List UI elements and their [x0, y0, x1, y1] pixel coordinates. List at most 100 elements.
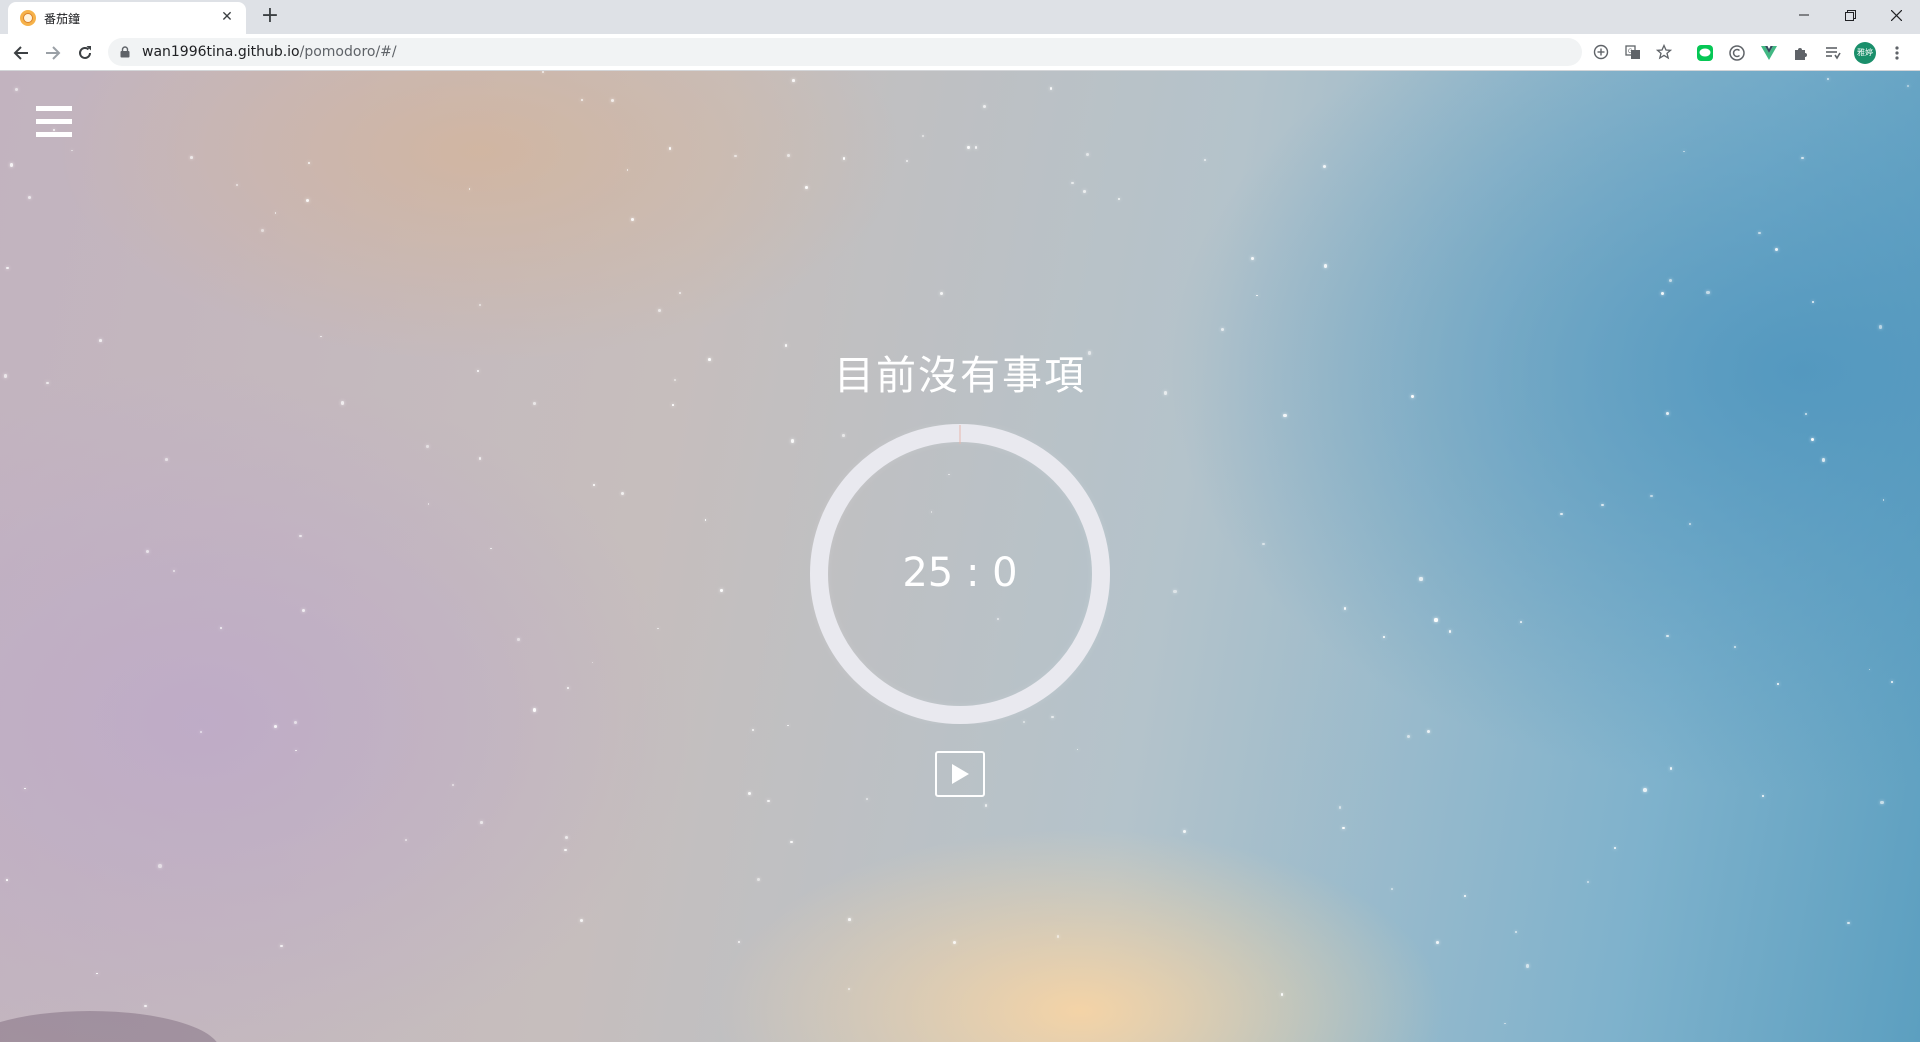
star-decoration [27, 195, 31, 199]
vue-icon [1761, 46, 1777, 60]
star-decoration [532, 708, 537, 712]
tab-strip: 番茄鐘 ✕ + [0, 0, 1920, 34]
star-decoration [1283, 414, 1287, 418]
browser-chrome: 番茄鐘 ✕ + wan1996tina.github.io/pomodoro/#… [0, 0, 1920, 71]
star-decoration [478, 456, 482, 460]
star-decoration [1758, 232, 1761, 235]
star-decoration [542, 71, 545, 74]
more-menu-button[interactable] [1886, 42, 1908, 64]
star-decoration [1775, 248, 1779, 252]
translate-button[interactable]: G [1624, 43, 1642, 61]
star-decoration [952, 941, 956, 945]
bookmark-button[interactable] [1655, 43, 1673, 61]
star-decoration [1083, 189, 1086, 193]
minimize-window-button[interactable] [1781, 0, 1827, 30]
star-decoration [1907, 84, 1910, 87]
star-decoration [767, 799, 771, 803]
star-decoration [1503, 1022, 1506, 1025]
star-decoration [626, 168, 629, 171]
star-decoration [1406, 734, 1410, 738]
star-decoration [1435, 941, 1439, 944]
url-path: /pomodoro/#/ [299, 44, 397, 60]
tab-close-icon[interactable]: ✕ [218, 8, 236, 26]
back-button[interactable] [9, 41, 33, 65]
circle-c-icon [1729, 45, 1745, 61]
star-decoration [1434, 618, 1438, 622]
star-decoration [5, 266, 9, 270]
url-text[interactable]: wan1996tina.github.io/pomodoro/#/ [142, 44, 397, 60]
play-button[interactable] [935, 751, 985, 797]
browser-tab-active[interactable]: 番茄鐘 ✕ [8, 2, 246, 34]
install-app-button[interactable] [1592, 43, 1610, 61]
star-decoration [1665, 411, 1669, 415]
reload-button[interactable] [73, 41, 97, 65]
address-bar[interactable]: wan1996tina.github.io/pomodoro/#/ G [108, 38, 1672, 66]
star-decoration [305, 199, 310, 203]
star-decoration [1464, 895, 1467, 898]
timer-display: 25 : 0 [902, 550, 1018, 596]
restore-window-button[interactable] [1827, 0, 1873, 30]
star-decoration [611, 98, 615, 102]
star-decoration [1419, 577, 1423, 581]
star-decoration [1847, 921, 1850, 924]
star-decoration [671, 403, 674, 406]
star-decoration [757, 878, 760, 882]
star-decoration [340, 401, 345, 405]
current-task-title: 目前沒有事項 [834, 353, 1086, 399]
star-decoration [5, 878, 8, 881]
line-extension-button[interactable] [1694, 42, 1716, 64]
star-decoration [1255, 294, 1258, 297]
star-decoration [517, 638, 520, 641]
star-decoration [1448, 630, 1452, 634]
star-decoration [1182, 829, 1187, 834]
star-decoration [1262, 542, 1266, 546]
star-decoration [1650, 494, 1653, 498]
extensions-button[interactable] [1790, 42, 1812, 64]
more-vert-icon [1895, 46, 1899, 60]
star-decoration [620, 491, 625, 496]
extension-c-button[interactable] [1726, 42, 1748, 64]
star-decoration [1670, 767, 1673, 770]
translate-icon: G [1625, 45, 1640, 59]
forward-button[interactable] [41, 41, 65, 65]
star-decoration [532, 402, 536, 405]
browser-toolbar: wan1996tina.github.io/pomodoro/#/ G 雅婷 [0, 34, 1920, 71]
star-decoration [427, 503, 430, 506]
star-decoration [679, 292, 681, 294]
menu-button[interactable] [36, 106, 72, 138]
play-icon [952, 764, 969, 784]
vue-devtools-button[interactable] [1758, 42, 1780, 64]
star-decoration [490, 547, 493, 550]
star-decoration [1614, 846, 1616, 849]
star-decoration [1056, 935, 1060, 938]
profile-avatar-button[interactable]: 雅婷 [1854, 42, 1876, 64]
star-decoration [1733, 646, 1736, 649]
star-decoration [294, 749, 297, 752]
star-decoration [1706, 290, 1711, 295]
star-decoration [580, 99, 583, 102]
star-decoration [1812, 301, 1815, 304]
close-window-button[interactable] [1873, 0, 1919, 30]
star-decoration [1669, 279, 1673, 282]
star-decoration [842, 156, 846, 160]
star-decoration [14, 88, 18, 92]
star-decoration [866, 797, 868, 800]
url-host: wan1996tina.github.io [142, 44, 300, 60]
star-decoration [733, 154, 737, 158]
star-decoration [1666, 634, 1669, 638]
star-decoration [301, 608, 305, 612]
star-decoration [787, 724, 790, 727]
avatar: 雅婷 [1854, 42, 1876, 64]
close-icon [1890, 9, 1902, 21]
star-decoration [480, 821, 483, 824]
star-decoration [564, 848, 567, 852]
line-icon [1697, 45, 1713, 61]
star-decoration [1220, 328, 1224, 332]
reload-icon [79, 46, 91, 59]
reading-list-button[interactable] [1822, 42, 1844, 64]
star-decoration [219, 626, 223, 630]
lock-icon [120, 46, 130, 58]
star-decoration [1323, 264, 1327, 268]
new-tab-button[interactable]: + [258, 5, 282, 29]
star-decoration [9, 163, 14, 167]
